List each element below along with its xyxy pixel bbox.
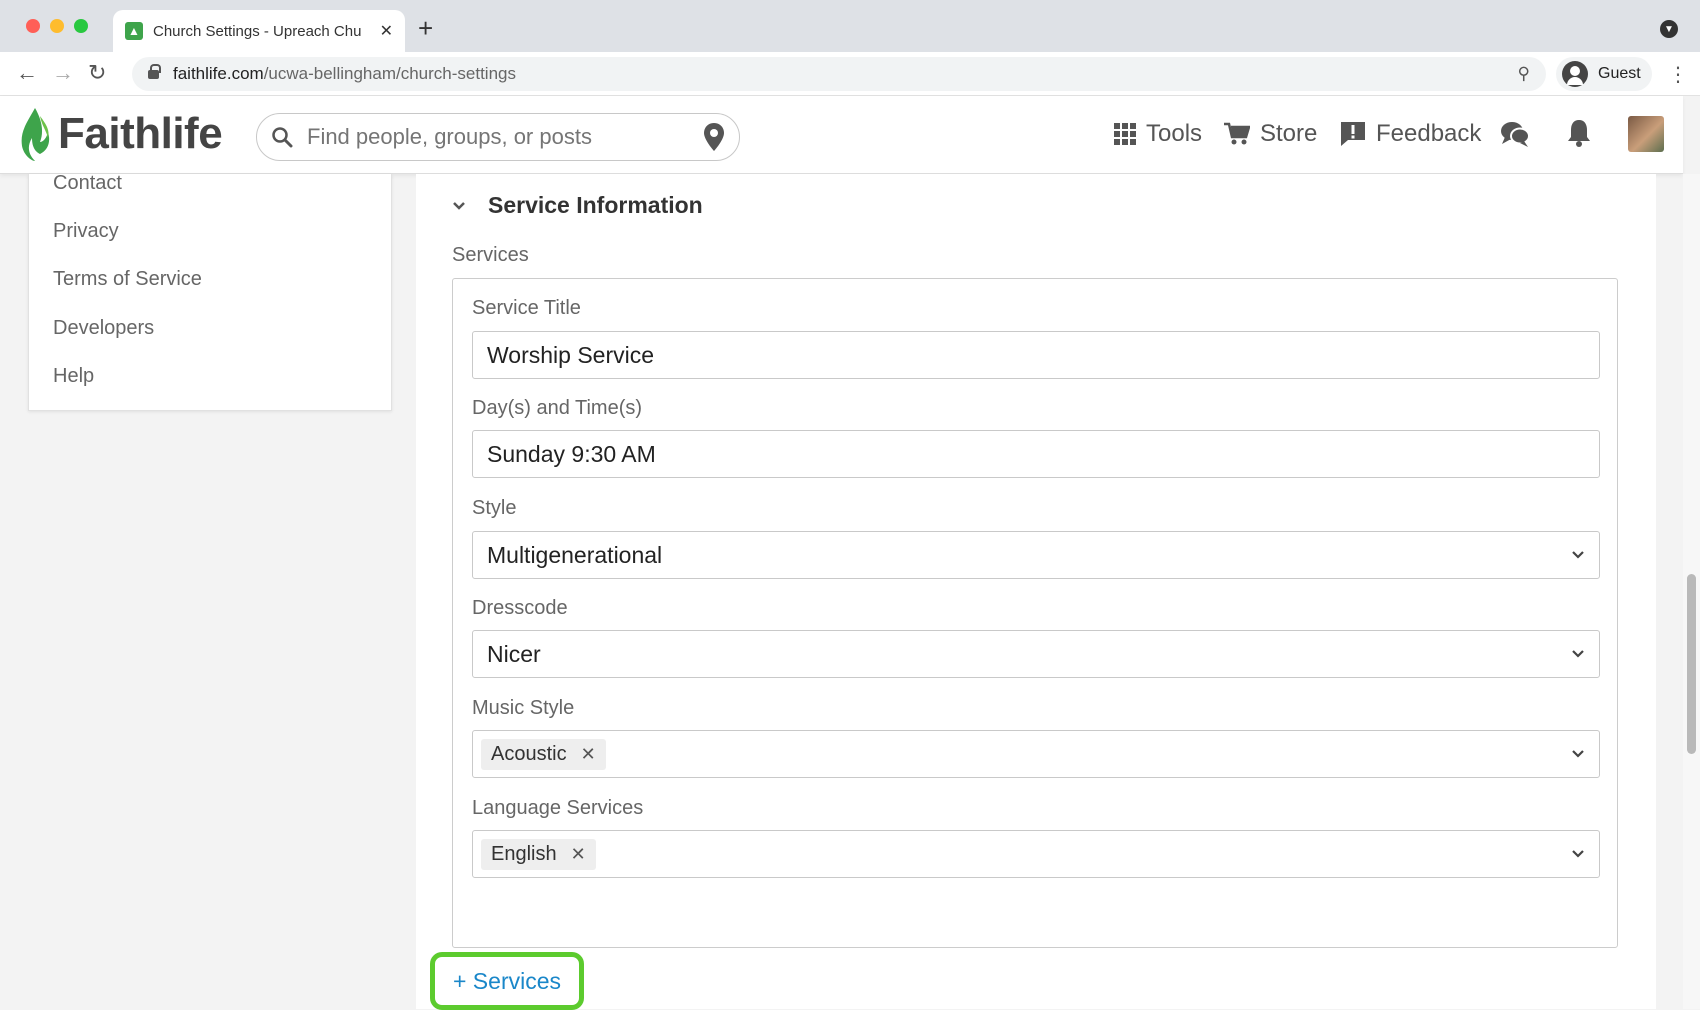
- guest-avatar-icon: [1562, 61, 1588, 87]
- sidebar-link-contact[interactable]: Contact: [53, 172, 122, 195]
- sidebar-link-help[interactable]: Help: [53, 365, 94, 388]
- faithlife-logo[interactable]: Faithlife: [18, 106, 223, 162]
- store-nav-button[interactable]: Store: [1224, 120, 1317, 148]
- music-style-chip: Acoustic ✕: [481, 738, 606, 770]
- user-avatar[interactable]: [1628, 116, 1664, 152]
- scrollbar-thumb[interactable]: [1687, 574, 1696, 754]
- window-minimize-button[interactable]: [50, 19, 64, 33]
- page-scrollbar[interactable]: [1683, 174, 1700, 1009]
- browser-menu-icon[interactable]: ⋮: [1668, 62, 1688, 87]
- church-settings-panel: Service Information Services Service Tit…: [416, 174, 1656, 1010]
- search-icon: [272, 127, 293, 148]
- day-time-label: Day(s) and Time(s): [472, 397, 643, 419]
- window-maximize-button[interactable]: [74, 19, 88, 33]
- new-tab-icon[interactable]: +: [418, 13, 433, 44]
- search-input[interactable]: [307, 124, 687, 150]
- style-value: Multigenerational: [487, 541, 663, 568]
- add-services-button[interactable]: + Services: [430, 952, 584, 1010]
- grid-icon: [1114, 123, 1136, 145]
- faithlife-favicon-icon: ▲: [125, 22, 143, 40]
- back-arrow-icon[interactable]: ←: [16, 60, 38, 86]
- chevron-down-icon: [453, 201, 465, 210]
- feedback-icon: [1341, 122, 1365, 146]
- remove-chip-icon[interactable]: ✕: [571, 844, 586, 865]
- browser-tab[interactable]: ▲ Church Settings - Upreach Chu ✕: [113, 10, 405, 52]
- day-time-value: Sunday 9:30 AM: [487, 440, 656, 467]
- sidebar-link-privacy[interactable]: Privacy: [53, 220, 119, 243]
- logo-text: Faithlife: [58, 109, 223, 158]
- service-title-label: Service Title: [472, 297, 581, 319]
- language-services-label: Language Services: [472, 797, 644, 819]
- chevron-down-icon: [1572, 650, 1584, 658]
- style-label: Style: [472, 497, 517, 519]
- messages-icon[interactable]: [1500, 120, 1530, 148]
- sidebar-link-terms[interactable]: Terms of Service: [53, 268, 202, 291]
- chevron-down-icon: [1572, 551, 1584, 559]
- day-time-input[interactable]: Sunday 9:30 AM: [472, 430, 1600, 478]
- chip-label: Acoustic: [491, 742, 567, 765]
- section-title: Service Information: [488, 192, 703, 218]
- location-pin-icon[interactable]: [703, 122, 725, 152]
- sidebar-footer-links: Contact Privacy Terms of Service Develop…: [28, 172, 392, 411]
- notifications-bell-icon[interactable]: [1566, 118, 1592, 148]
- zoom-icon[interactable]: ⚲: [1518, 64, 1530, 84]
- window-close-button[interactable]: [26, 19, 40, 33]
- profile-label: Guest: [1598, 65, 1641, 82]
- feedback-nav-button[interactable]: Feedback: [1340, 120, 1481, 148]
- feedback-label: Feedback: [1376, 120, 1482, 147]
- chevron-down-icon: [1572, 850, 1584, 858]
- chip-label: English: [491, 842, 557, 865]
- chevron-down-icon: [1572, 750, 1584, 758]
- remove-chip-icon[interactable]: ✕: [581, 744, 596, 765]
- style-select[interactable]: Multigenerational: [472, 531, 1600, 579]
- search-bar[interactable]: [256, 113, 740, 161]
- lock-icon: [148, 63, 161, 79]
- service-information-header[interactable]: Service Information: [452, 192, 703, 219]
- cart-icon: [1224, 122, 1250, 145]
- forward-arrow-icon[interactable]: →: [52, 60, 74, 86]
- site-header: Faithlife Tools Store: [0, 96, 1683, 174]
- language-chip: English ✕: [481, 838, 596, 870]
- tools-label: Tools: [1146, 120, 1203, 147]
- services-label: Services: [452, 244, 529, 266]
- dresscode-select[interactable]: Nicer: [472, 630, 1600, 678]
- url-text: faithlife.com/ucwa-bellingham/church-set…: [173, 64, 516, 83]
- music-style-multiselect[interactable]: Acoustic ✕: [472, 730, 1600, 778]
- store-label: Store: [1260, 120, 1318, 147]
- tab-title: Church Settings - Upreach Chu: [153, 22, 362, 40]
- browser-toolbar: ← → ↻ faithlife.com/ucwa-bellingham/chur…: [0, 52, 1700, 96]
- dresscode-label: Dresscode: [472, 597, 568, 619]
- service-title-value: Worship Service: [487, 341, 655, 368]
- address-bar[interactable]: faithlife.com/ucwa-bellingham/church-set…: [132, 57, 1546, 91]
- dresscode-value: Nicer: [487, 640, 541, 667]
- tab-search-icon[interactable]: ▼: [1660, 20, 1678, 38]
- reload-icon[interactable]: ↻: [88, 60, 106, 86]
- tab-close-icon[interactable]: ✕: [380, 21, 393, 41]
- service-title-input[interactable]: Worship Service: [472, 331, 1600, 379]
- language-services-multiselect[interactable]: English ✕: [472, 830, 1600, 878]
- sidebar-link-developers[interactable]: Developers: [53, 317, 154, 340]
- music-style-label: Music Style: [472, 697, 575, 719]
- flame-logo-icon: [21, 108, 50, 161]
- tools-nav-button[interactable]: Tools: [1114, 120, 1202, 148]
- service-entry: Service Title Worship Service Day(s) and…: [452, 278, 1618, 948]
- profile-button[interactable]: Guest: [1556, 57, 1652, 91]
- browser-tab-strip: ▲ Church Settings - Upreach Chu ✕ + ▼: [0, 0, 1700, 52]
